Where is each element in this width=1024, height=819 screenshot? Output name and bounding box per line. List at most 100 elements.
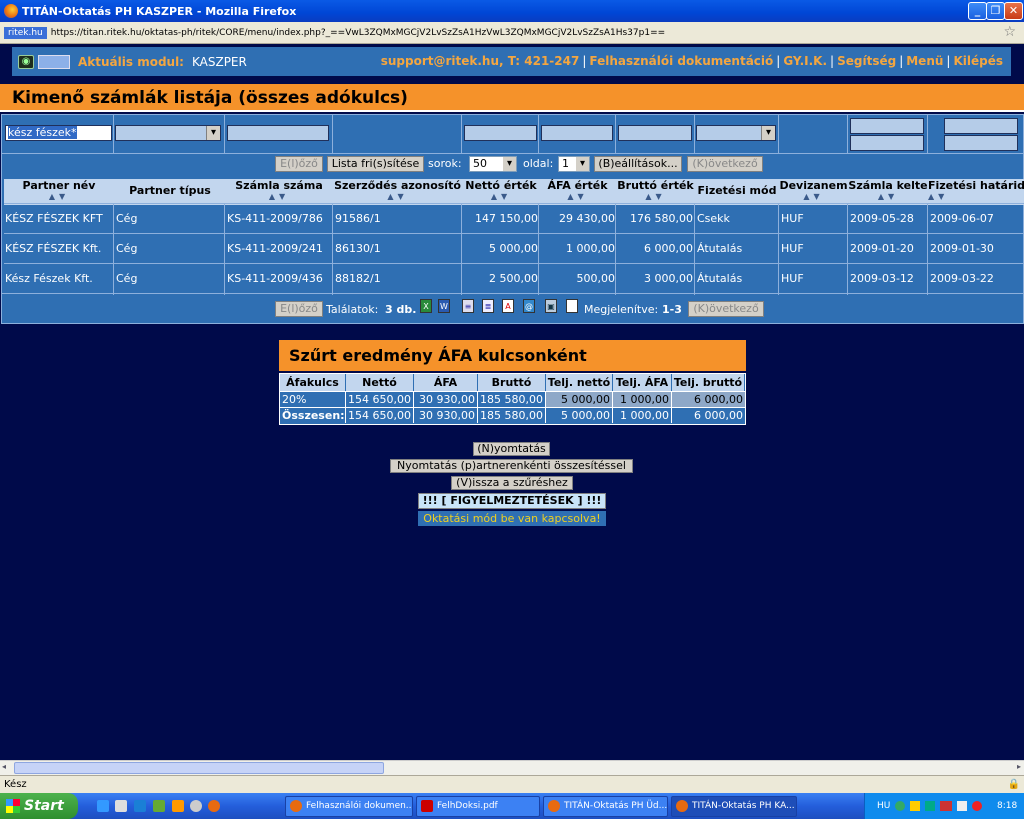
sort-arrows-icon[interactable]: ▲▼ — [539, 192, 616, 201]
task-titan-ud[interactable]: TITÁN-Oktatás PH Üd... — [543, 796, 668, 817]
task-pdf[interactable]: FelhDoksi.pdf — [416, 796, 540, 817]
cell-partner-name[interactable]: KÉSZ FÉSZEK KFT — [5, 204, 113, 234]
col-partner-type: Partner típus — [129, 184, 211, 197]
results-count: 3 db. — [385, 303, 417, 316]
results-prev-button[interactable]: E(l)őző — [275, 301, 323, 317]
task-docs[interactable]: Felhasználói dokumen... — [285, 796, 413, 817]
prev-page-button[interactable]: E(l)őző — [275, 156, 323, 172]
sort-arrows-icon[interactable]: ▲▼ — [226, 192, 332, 201]
print-preview-icon[interactable]: ▣ — [545, 299, 557, 313]
support-link[interactable]: support@ritek.hu, T: 421-247 — [381, 54, 580, 68]
nav-link-faq[interactable]: GY.I.K. — [783, 54, 827, 68]
ie-quicklaunch-icon[interactable] — [134, 800, 146, 812]
refresh-list-button[interactable]: Lista fri(s)sítése — [327, 156, 424, 172]
clock[interactable]: 8:18 — [997, 801, 1017, 811]
app-quicklaunch-icon[interactable] — [115, 800, 127, 812]
url-text[interactable]: https://titan.ritek.hu/oktatas-ph/ritek/… — [51, 28, 665, 38]
next-page-button[interactable]: (K)övetkező — [687, 156, 763, 172]
media-quicklaunch-icon[interactable] — [153, 800, 165, 812]
print-button[interactable]: (N)yomtatás — [473, 442, 550, 456]
col-invoice-number[interactable]: Számla száma ▲▼ — [226, 179, 332, 201]
filter-partner-name[interactable]: kész fészek* — [5, 125, 112, 141]
sort-arrows-icon[interactable]: ▲▼ — [463, 192, 539, 201]
table-row[interactable]: Kész Fészek Kft. Cég KS-411-2009/436 881… — [4, 263, 1024, 293]
blank-document-icon[interactable] — [566, 299, 578, 313]
sort-arrows-icon[interactable]: ▲▼ — [616, 192, 695, 201]
filter-due-date-to[interactable] — [944, 135, 1018, 151]
print-by-partner-button[interactable]: Nyomtatás (p)artnerenkénti összesítéssel — [390, 459, 633, 473]
filter-due-date-from[interactable] — [944, 118, 1018, 134]
odt-export-icon[interactable]: ≡ — [462, 299, 474, 313]
sort-arrows-icon[interactable]: ▲▼ — [779, 192, 848, 201]
results-next-button[interactable]: (K)övetkező — [688, 301, 764, 317]
col-net-value[interactable]: Nettó érték ▲▼ — [463, 179, 539, 201]
nav-link-help[interactable]: Segítség — [837, 54, 896, 68]
minimize-button[interactable]: _ — [968, 2, 987, 20]
col-partner-name[interactable]: Partner név ▲▼ — [4, 179, 114, 201]
cell-invoice-number[interactable]: KS-411-2009/241 — [227, 234, 333, 264]
nav-link-docs[interactable]: Felhasználói dokumentáció — [589, 54, 773, 68]
site-identity-badge[interactable]: ritek.hu — [4, 26, 47, 216]
scroll-left-icon[interactable]: ◂ — [2, 762, 6, 771]
pdf-export-icon[interactable]: A — [502, 299, 514, 313]
firefox-quicklaunch-icon[interactable] — [208, 800, 220, 812]
settings-button[interactable]: (B)eállítások... — [594, 156, 682, 172]
word-export-icon[interactable]: W — [438, 299, 450, 313]
warnings-button[interactable]: !!! [ FIGYELMEZTETÉSEK ] !!! — [418, 493, 606, 509]
filter-net-value[interactable] — [464, 125, 537, 141]
desktop-quicklaunch-icon[interactable] — [97, 800, 109, 812]
sort-arrows-icon[interactable]: ▲▼ — [4, 192, 114, 201]
sort-arrows-icon[interactable]: ▲▼ — [333, 192, 462, 201]
cell-partner-name[interactable]: Kész Fészek Kft. — [5, 264, 113, 294]
update-tray-icon[interactable] — [972, 801, 982, 811]
filter-invoice-number[interactable] — [227, 125, 329, 141]
cell-partner-name[interactable]: KÉSZ FÉSZEK Kft. — [5, 234, 113, 264]
network-tray-icon[interactable] — [895, 801, 905, 811]
table-row[interactable]: KÉSZ FÉSZEK Kft. Cég KS-411-2009/241 861… — [4, 233, 1024, 263]
col-gross-value[interactable]: Bruttó érték ▲▼ — [616, 179, 695, 201]
eye-icon[interactable]: ◉ — [18, 54, 34, 69]
nav-link-logout[interactable]: Kilépés — [953, 54, 1003, 68]
col-vat-value[interactable]: ÁFA érték ▲▼ — [539, 179, 616, 201]
filter-payment-method[interactable] — [696, 125, 776, 141]
vat-col-rate: Áfakulcs — [280, 374, 346, 391]
email-export-icon[interactable]: @ — [523, 299, 535, 313]
ati-tray-icon[interactable] — [940, 801, 952, 811]
filter-invoice-date-from[interactable] — [850, 118, 924, 134]
lock-icon[interactable]: 🔒 — [1008, 776, 1020, 793]
task-titan-kaszper[interactable]: TITÁN-Oktatás PH KA... — [671, 796, 797, 817]
back-to-filter-button[interactable]: (V)issza a szűréshez — [451, 476, 573, 490]
scrollbar-thumb[interactable] — [14, 762, 384, 774]
address-bar[interactable]: ritek.hu https://titan.ritek.hu/oktatas-… — [0, 22, 1024, 216]
horizontal-scrollbar[interactable]: ◂ ▸ — [0, 760, 1024, 775]
filter-partner-type[interactable] — [115, 125, 221, 141]
scroll-right-icon[interactable]: ▸ — [1017, 762, 1021, 771]
filter-invoice-date-to[interactable] — [850, 135, 924, 151]
nav-link-menu[interactable]: Menü — [906, 54, 943, 68]
col-invoice-date[interactable]: Számla kelte ▲▼ — [848, 179, 928, 201]
page-select[interactable]: 1 — [558, 156, 590, 172]
maximize-button[interactable]: ❐ — [986, 2, 1005, 20]
sort-arrows-icon[interactable]: ▲▼ — [928, 192, 1024, 201]
winamp-quicklaunch-icon[interactable] — [172, 800, 184, 812]
start-button[interactable]: Start — [0, 793, 78, 819]
antivirus-tray-icon[interactable] — [925, 801, 935, 811]
cell-invoice-number[interactable]: KS-411-2009/436 — [227, 264, 333, 294]
filter-gross-value[interactable] — [618, 125, 692, 141]
security-tray-icon[interactable] — [910, 801, 920, 811]
table-row[interactable]: KÉSZ FÉSZEK KFT Cég KS-411-2009/786 9158… — [4, 203, 1024, 233]
close-button[interactable]: ✕ — [1004, 2, 1023, 20]
filter-vat-value[interactable] — [541, 125, 613, 141]
text-export-icon[interactable]: ≣ — [482, 299, 494, 313]
rows-per-page-select[interactable]: 50 — [469, 156, 517, 172]
cell-invoice-number[interactable]: KS-411-2009/786 — [227, 204, 333, 234]
volume-tray-icon[interactable] — [957, 801, 967, 811]
sort-arrows-icon[interactable]: ▲▼ — [848, 192, 928, 201]
language-indicator[interactable]: HU — [877, 801, 890, 811]
bookmark-star-icon[interactable]: ☆ — [1003, 24, 1016, 40]
app2-quicklaunch-icon[interactable] — [190, 800, 202, 812]
col-contract-id[interactable]: Szerződés azonosító ▲▼ — [333, 179, 462, 201]
col-due-date[interactable]: Fizetési határidő ▲▼ — [928, 179, 1024, 201]
col-currency[interactable]: Devizanem ▲▼ — [779, 179, 848, 201]
excel-export-icon[interactable]: X — [420, 299, 432, 313]
